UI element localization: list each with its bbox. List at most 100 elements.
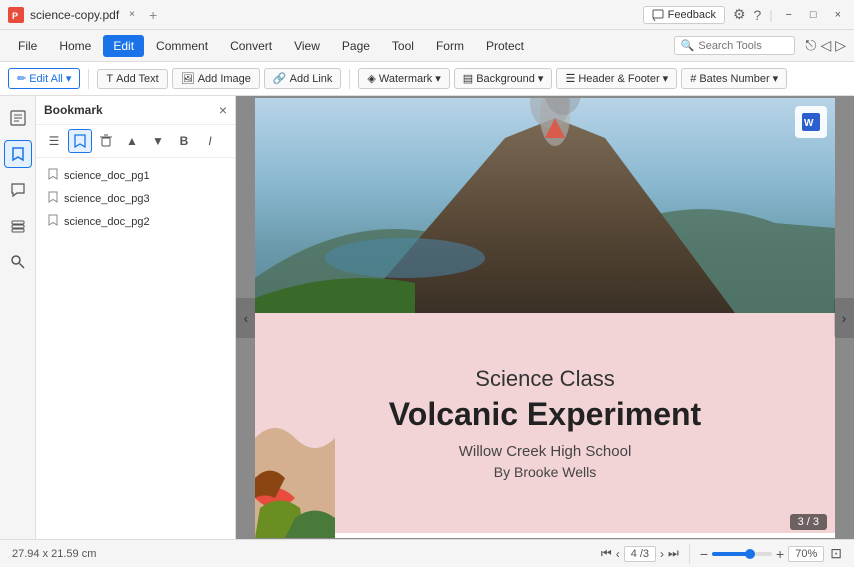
zoom-controls: − + 70% <box>700 546 824 562</box>
status-right: ⏮ ‹ 4 /3 › ⏭ − + 70% ⊡ <box>601 544 842 564</box>
status-divider <box>689 544 690 564</box>
bookmark-title: Bookmark <box>44 103 103 117</box>
menu-file[interactable]: File <box>8 35 47 57</box>
title-bar-left: P science-copy.pdf × + <box>8 7 157 23</box>
menu-bar: File Home Edit Comment Convert View Page… <box>0 30 854 62</box>
bookmark-item-icon-1 <box>48 168 58 183</box>
toolbar-divider-2 <box>349 69 350 89</box>
main-area: Bookmark × ☰ ▲ ▼ B I <box>0 96 854 539</box>
nav-forward-icon[interactable]: ▷ <box>835 37 846 54</box>
tab-close-button[interactable]: × <box>129 9 135 20</box>
minimize-button[interactable]: − <box>780 9 796 21</box>
bates-dropdown-icon: ▾ <box>773 72 779 85</box>
nav-left-arrow[interactable]: ‹ <box>236 298 256 338</box>
zoom-in-button[interactable]: + <box>776 546 784 562</box>
status-bar: 27.94 x 21.59 cm ⏮ ‹ 4 /3 › ⏭ − + 70% ⊡ <box>0 539 854 567</box>
background-button[interactable]: ▤ Background ▾ <box>454 68 553 89</box>
pdf-school: Willow Creek High School <box>459 443 632 460</box>
menu-convert[interactable]: Convert <box>220 35 282 57</box>
search-icon <box>10 254 26 270</box>
layers-icon <box>10 218 26 234</box>
bookmark-item-1[interactable]: science_doc_pg1 <box>36 164 235 187</box>
bm-font-bold-button[interactable]: B <box>172 129 196 153</box>
toolbar-divider-1 <box>88 69 89 89</box>
menu-home[interactable]: Home <box>49 35 101 57</box>
edit-all-label: Edit All <box>29 73 63 85</box>
menu-tool[interactable]: Tool <box>382 35 424 57</box>
nav-right-arrow[interactable]: › <box>834 298 854 338</box>
bm-delete-button[interactable] <box>94 129 118 153</box>
menu-view[interactable]: View <box>284 35 330 57</box>
add-link-button[interactable]: 🔗 Add Link <box>264 68 342 89</box>
background-label: Background <box>476 73 535 85</box>
menu-page[interactable]: Page <box>332 35 380 57</box>
bookmark-item-label-3: science_doc_pg2 <box>64 216 150 228</box>
title-separator: | <box>769 8 772 22</box>
bookmark-close-button[interactable]: × <box>219 102 227 118</box>
page-input[interactable]: 4 /3 <box>624 546 656 562</box>
background-icon: ▤ <box>463 72 473 85</box>
add-bookmark-icon <box>73 134 87 148</box>
bookmark-item-2[interactable]: science_doc_pg3 <box>36 187 235 210</box>
menu-edit[interactable]: Edit <box>103 35 144 57</box>
comment-panel-icon[interactable] <box>4 176 32 204</box>
bm-sort-up-button[interactable]: ▲ <box>120 129 144 153</box>
header-footer-icon: ☰ <box>565 72 575 85</box>
export-to-word-icon[interactable]: W <box>795 106 827 138</box>
last-page-button[interactable]: ⏭ <box>668 546 679 561</box>
edit-all-button[interactable]: ✏ Edit All ▾ <box>8 68 80 89</box>
nav-back-icon[interactable]: ◁ <box>820 37 831 54</box>
share-icon[interactable]: ⎋ <box>805 37 816 54</box>
pdf-pink-section: Science Class Volcanic Experiment Willow… <box>255 313 835 533</box>
zoom-percent[interactable]: 70% <box>788 546 824 562</box>
zoom-slider-fill <box>712 552 748 556</box>
bookmark-list: science_doc_pg1 science_doc_pg3 science_… <box>36 158 235 539</box>
feedback-icon <box>652 9 664 21</box>
menu-search-box[interactable]: 🔍 <box>674 36 796 55</box>
bookmark-panel-icon[interactable] <box>4 140 32 168</box>
watermark-button[interactable]: ◈ Watermark ▾ <box>358 68 449 89</box>
feedback-button[interactable]: Feedback <box>643 6 725 24</box>
title-bar-center: Feedback ⚙ ? | − □ × <box>157 6 846 24</box>
new-tab-button[interactable]: + <box>149 7 157 23</box>
feedback-label: Feedback <box>668 9 716 21</box>
menu-protect[interactable]: Protect <box>476 35 534 57</box>
first-page-button[interactable]: ⏮ <box>601 546 612 561</box>
fit-page-button[interactable]: ⊡ <box>830 545 842 562</box>
zoom-out-button[interactable]: − <box>700 546 708 562</box>
comment-icon <box>10 182 26 198</box>
sidebar-icons <box>0 96 36 539</box>
add-image-button[interactable]: 🖼 Add Image <box>172 68 260 89</box>
bm-font-italic-button[interactable]: I <box>198 129 222 153</box>
search-panel-icon[interactable] <box>4 248 32 276</box>
menu-form[interactable]: Form <box>426 35 474 57</box>
maximize-button[interactable]: □ <box>805 9 822 21</box>
pdf-subtitle: Science Class <box>475 366 614 392</box>
menu-search-input[interactable] <box>698 40 788 52</box>
bm-sort-down-button[interactable]: ▼ <box>146 129 170 153</box>
layers-panel-icon[interactable] <box>4 212 32 240</box>
page-dimensions: 27.94 x 21.59 cm <box>12 548 96 560</box>
pdf-title: Volcanic Experiment <box>389 396 701 433</box>
app-icon: P <box>8 7 24 23</box>
close-window-button[interactable]: × <box>830 9 846 21</box>
bm-menu-button[interactable]: ☰ <box>42 129 66 153</box>
page-navigation: ⏮ ‹ 4 /3 › ⏭ <box>601 546 679 562</box>
page-badge: 3 / 3 <box>790 514 827 530</box>
pages-icon <box>10 110 26 126</box>
add-text-button[interactable]: T Add Text <box>97 69 167 89</box>
bm-add-button[interactable] <box>68 129 92 153</box>
next-page-button[interactable]: › <box>660 547 664 561</box>
zoom-slider[interactable] <box>712 552 772 556</box>
bookmark-item-3[interactable]: science_doc_pg2 <box>36 210 235 233</box>
bates-label: Bates Number <box>699 73 769 85</box>
bookmark-item-icon-2 <box>48 191 58 206</box>
menu-comment[interactable]: Comment <box>146 35 218 57</box>
pages-panel-icon[interactable] <box>4 104 32 132</box>
settings-icon[interactable]: ⚙ <box>733 6 746 23</box>
help-icon[interactable]: ? <box>754 7 762 23</box>
prev-page-button[interactable]: ‹ <box>616 547 620 561</box>
header-footer-button[interactable]: ☰ Header & Footer ▾ <box>556 68 677 89</box>
menu-search-icon: 🔍 <box>681 39 695 52</box>
bates-number-button[interactable]: # Bates Number ▾ <box>681 68 787 89</box>
